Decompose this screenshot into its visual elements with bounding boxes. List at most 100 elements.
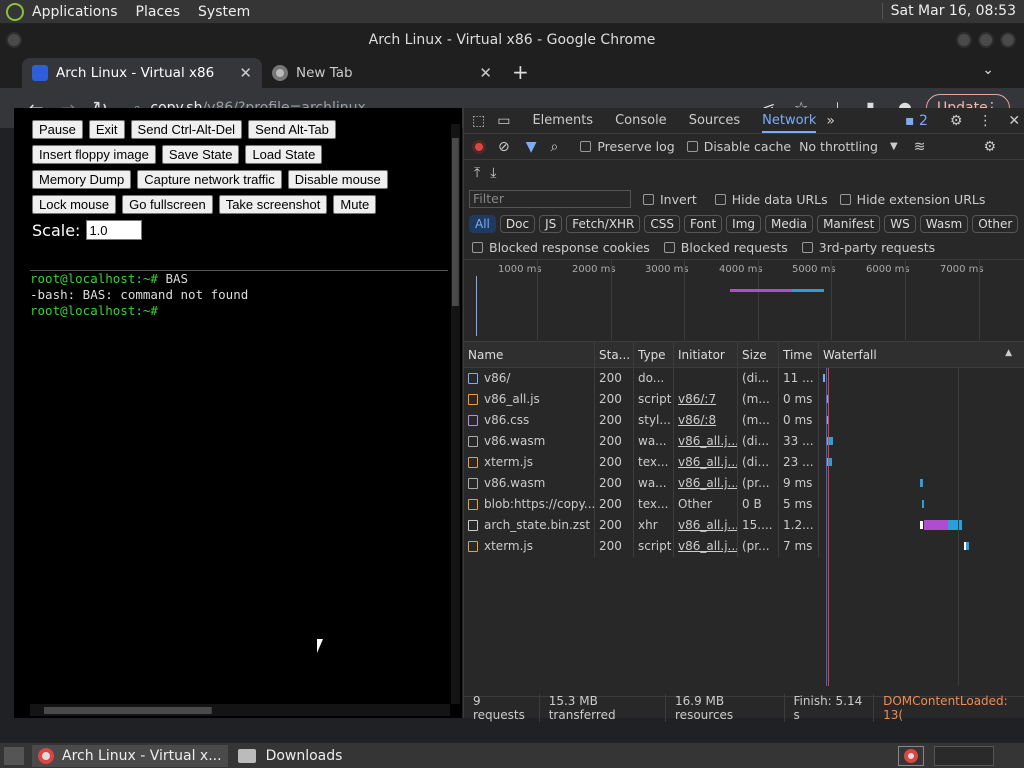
minimize-icon[interactable] bbox=[956, 32, 972, 48]
tab-elements[interactable]: Elements bbox=[532, 113, 593, 128]
column-time[interactable]: Time bbox=[779, 341, 819, 368]
send-alt-tab-button[interactable]: Send Alt-Tab bbox=[248, 120, 336, 139]
tab-close-icon[interactable]: ✕ bbox=[239, 64, 252, 82]
close-devtools-icon[interactable]: ✕ bbox=[1008, 113, 1020, 129]
cell-name[interactable]: xterm.js bbox=[464, 536, 595, 557]
disable-mouse-button[interactable]: Disable mouse bbox=[287, 170, 388, 189]
window-menu-icon[interactable] bbox=[6, 32, 22, 48]
search-icon[interactable]: ⌕ bbox=[551, 139, 559, 155]
scrollbar-thumb[interactable] bbox=[44, 707, 212, 714]
exit-button[interactable]: Exit bbox=[88, 120, 125, 139]
table-row[interactable]: v86.css 200 styl... v86/:8 (m... 0 ms bbox=[464, 410, 1024, 431]
scale-input[interactable] bbox=[86, 220, 143, 240]
disable-cache-checkbox[interactable] bbox=[686, 141, 698, 152]
import-har-icon[interactable]: ⤒ bbox=[474, 165, 480, 181]
taskbar-item-downloads[interactable]: Downloads bbox=[232, 745, 349, 767]
cell-name[interactable]: v86.wasm bbox=[464, 473, 595, 494]
cell-initiator[interactable]: v86_all.j... bbox=[674, 536, 738, 557]
sort-ascending-icon[interactable]: ▲ bbox=[1005, 348, 1012, 358]
cell-name[interactable]: v86/ bbox=[464, 368, 595, 389]
cell-name[interactable]: v86_all.js bbox=[464, 389, 595, 410]
close-window-icon[interactable] bbox=[1000, 32, 1016, 48]
table-row[interactable]: blob:https://copy.... 200 tex... Other 0 B5 … bbox=[464, 494, 1024, 515]
pause-button[interactable]: Pause bbox=[32, 120, 83, 139]
load-state-button[interactable]: Load State bbox=[245, 145, 323, 164]
settings-gear-icon[interactable]: ⚙ bbox=[950, 113, 963, 129]
insert-floppy-button[interactable]: Insert floppy image bbox=[32, 145, 156, 164]
device-toolbar-icon[interactable]: ▭ bbox=[497, 113, 510, 129]
terminal-horizontal-scrollbar[interactable] bbox=[30, 704, 450, 716]
filter-funnel-icon[interactable]: ▼ bbox=[526, 139, 537, 155]
tab-search-chevron-icon[interactable]: ⌄ bbox=[982, 62, 994, 78]
issues-icon[interactable]: ▪ 2 bbox=[905, 113, 928, 129]
table-row[interactable]: v86.wasm 200 wa... v86_all.j... (di... 33 ... bbox=[464, 431, 1024, 452]
inspect-element-icon[interactable]: ⬚ bbox=[472, 113, 485, 129]
cell-initiator[interactable]: v86_all.j... bbox=[674, 473, 738, 494]
hide-extension-urls-checkbox[interactable] bbox=[839, 193, 851, 205]
type-filter-all[interactable]: All bbox=[469, 215, 496, 233]
type-filter-manifest[interactable]: Manifest bbox=[817, 215, 881, 233]
more-tabs-chevron-icon[interactable]: » bbox=[826, 113, 835, 129]
tab-arch-linux[interactable]: Arch Linux - Virtual x86 ✕ bbox=[22, 58, 262, 88]
network-overview-timeline[interactable]: 1000 ms 2000 ms 3000 ms 4000 ms 5000 ms … bbox=[464, 260, 1024, 342]
blocked-requests-checkbox[interactable] bbox=[663, 242, 675, 253]
type-filter-ws[interactable]: WS bbox=[884, 215, 916, 233]
menu-applications[interactable]: Applications bbox=[32, 4, 118, 20]
cell-initiator[interactable]: v86/:8 bbox=[674, 410, 738, 431]
mute-button[interactable]: Mute bbox=[333, 195, 377, 214]
memory-dump-button[interactable]: Memory Dump bbox=[32, 170, 132, 189]
lock-mouse-button[interactable]: Lock mouse bbox=[32, 195, 117, 214]
column-type[interactable]: Type bbox=[634, 341, 674, 368]
workspace-switcher[interactable] bbox=[934, 745, 994, 766]
network-conditions-icon[interactable]: ≋ bbox=[914, 139, 926, 155]
filter-input[interactable]: Filter bbox=[469, 190, 631, 208]
clock[interactable]: Sat Mar 16, 08:53 bbox=[881, 3, 1016, 19]
maximize-icon[interactable] bbox=[978, 32, 994, 48]
type-filter-js[interactable]: JS bbox=[539, 215, 563, 233]
throttling-select[interactable]: No throttling bbox=[799, 139, 878, 154]
column-waterfall[interactable]: Waterfall bbox=[819, 342, 1009, 368]
cell-name[interactable]: blob:https://copy.... bbox=[464, 494, 595, 515]
table-row[interactable]: v86/200 do... (di... 11 ... bbox=[464, 368, 1024, 389]
cell-initiator[interactable]: v86_all.j... bbox=[674, 431, 738, 452]
save-state-button[interactable]: Save State bbox=[161, 145, 240, 164]
column-initiator[interactable]: Initiator bbox=[674, 341, 738, 368]
table-row[interactable]: xterm.js 200 script v86_all.j... (pr... 7 ms bbox=[464, 536, 1024, 557]
record-stop-icon[interactable] bbox=[472, 139, 486, 154]
type-filter-media[interactable]: Media bbox=[765, 215, 814, 233]
clear-icon[interactable]: ⊘ bbox=[498, 139, 510, 155]
distro-logo-icon[interactable] bbox=[6, 2, 24, 21]
type-filter-wasm[interactable]: Wasm bbox=[919, 215, 969, 233]
show-desktop-icon[interactable] bbox=[4, 746, 24, 765]
table-row[interactable]: v86.wasm 200 wa... v86_all.j... (pr... 9 ms bbox=[464, 473, 1024, 494]
type-filter-doc[interactable]: Doc bbox=[499, 215, 536, 233]
go-fullscreen-button[interactable]: Go fullscreen bbox=[122, 195, 213, 214]
type-filter-fetch-xhr[interactable]: Fetch/XHR bbox=[566, 215, 641, 233]
cell-name[interactable]: xterm.js bbox=[464, 452, 595, 473]
cell-initiator[interactable]: v86/:7 bbox=[674, 389, 738, 410]
window-titlebar[interactable]: Arch Linux - Virtual x86 - Google Chrome bbox=[0, 24, 1024, 56]
blocked-cookies-checkbox[interactable] bbox=[472, 242, 483, 253]
tab-sources[interactable]: Sources bbox=[689, 113, 740, 128]
tab-network[interactable]: Network bbox=[762, 113, 817, 133]
scrollbar-thumb[interactable] bbox=[452, 138, 459, 306]
table-row[interactable]: xterm.js 200 tex... v86_all.j... (di... 23 ..… bbox=[464, 452, 1024, 473]
cell-name[interactable]: v86.wasm bbox=[464, 431, 595, 452]
menu-system[interactable]: System bbox=[198, 4, 250, 20]
cell-name[interactable]: v86.css bbox=[464, 410, 595, 431]
menu-places[interactable]: Places bbox=[136, 4, 181, 20]
tab-close-icon[interactable]: ✕ bbox=[479, 64, 492, 82]
type-filter-other[interactable]: Other bbox=[972, 215, 1019, 233]
taskbar-item-chrome[interactable]: Arch Linux - Virtual x... bbox=[32, 744, 228, 767]
type-filter-img[interactable]: Img bbox=[726, 215, 762, 233]
invert-checkbox[interactable] bbox=[643, 193, 654, 205]
tab-new-tab[interactable]: New Tab ✕ bbox=[262, 58, 502, 88]
third-party-checkbox[interactable] bbox=[801, 242, 813, 253]
network-settings-gear-icon[interactable]: ⚙ bbox=[983, 139, 996, 155]
send-ctrl-alt-del-button[interactable]: Send Ctrl-Alt-Del bbox=[130, 120, 243, 139]
more-vert-icon[interactable]: ⋮ bbox=[978, 113, 992, 129]
table-row[interactable]: v86_all.js 200 script v86/:7 (m... 0 ms bbox=[464, 389, 1024, 410]
tray-chrome-icon[interactable] bbox=[898, 745, 924, 766]
column-name[interactable]: Name bbox=[464, 341, 595, 368]
cell-name[interactable]: arch_state.bin.zst bbox=[464, 515, 595, 536]
